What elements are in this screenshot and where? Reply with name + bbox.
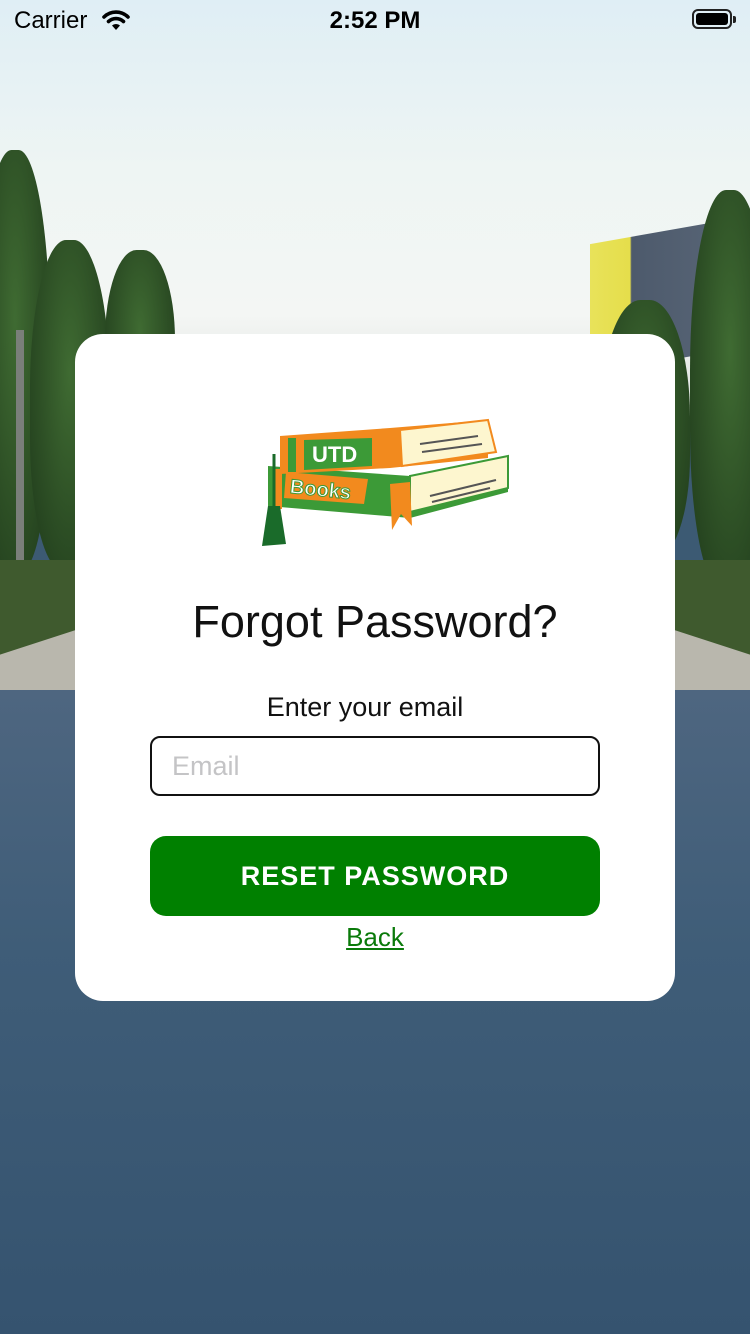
reset-password-button[interactable]: RESET PASSWORD	[150, 836, 600, 916]
email-instruction-label: Enter your email	[266, 692, 464, 722]
utd-books-logo: Books UTD	[260, 414, 510, 554]
logo-utd-text: UTD	[312, 442, 357, 467]
tree	[690, 190, 750, 590]
page-title: Forgot Password?	[192, 596, 558, 647]
lamp-post	[16, 330, 24, 590]
clock: 2:52 PM	[329, 7, 421, 34]
email-field[interactable]	[150, 736, 600, 796]
back-link[interactable]: Back	[75, 922, 675, 953]
forgot-password-card: Books UTD Forgot Password? Enter your em…	[75, 334, 675, 1001]
status-bar: Carrier 2:52 PM	[0, 0, 750, 40]
battery-icon	[692, 9, 736, 29]
